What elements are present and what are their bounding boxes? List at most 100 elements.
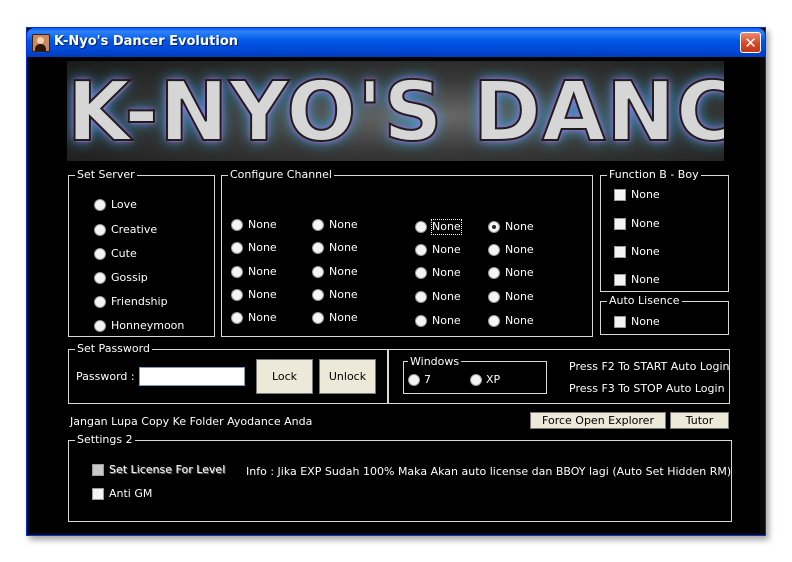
auto-license-legend: Auto Lisence — [607, 294, 682, 308]
channel-radio[interactable] — [231, 312, 243, 324]
server-label-cute: Cute — [111, 247, 137, 260]
bboy-checkbox[interactable] — [614, 274, 626, 286]
channel-radio[interactable] — [415, 267, 427, 279]
options-panel: Windows 7 XP Press F2 To START Auto Logi… — [388, 349, 730, 404]
windows-7-label: 7 — [424, 373, 431, 386]
channel-radio-selected[interactable] — [488, 221, 500, 233]
channel-label: None — [505, 266, 534, 279]
channel-radio[interactable] — [488, 315, 500, 327]
password-input[interactable] — [139, 367, 245, 386]
channel-label: None — [248, 265, 277, 278]
settings2-group: Settings 2 Set License For Level Anti GM… — [68, 433, 732, 522]
function-bboy-legend: Function B - Boy — [607, 168, 701, 182]
force-open-explorer-button[interactable]: Force Open Explorer — [530, 412, 666, 429]
channel-label: None — [432, 266, 461, 279]
close-button[interactable]: ✕ — [740, 32, 761, 53]
channel-label: None — [329, 241, 358, 254]
channel-label: None — [431, 219, 462, 235]
configure-channel-group: Configure Channel None None None None No… — [221, 168, 593, 337]
server-radio-love[interactable] — [94, 199, 106, 211]
channel-label: None — [248, 218, 277, 231]
channel-radio[interactable] — [312, 219, 324, 231]
client-area: K-NYO'S DANCER Set Server Love Creative … — [30, 57, 760, 533]
set-license-label: Set License For Level — [109, 463, 226, 476]
set-password-legend: Set Password — [75, 342, 152, 356]
channel-label: None — [329, 288, 358, 301]
channel-label: None — [248, 288, 277, 301]
hotkey-start-text: Press F2 To START Auto Login — [569, 360, 730, 373]
server-radio-cute[interactable] — [94, 248, 106, 260]
channel-label: None — [432, 314, 461, 327]
channel-radio[interactable] — [415, 291, 427, 303]
server-label-creative: Creative — [111, 223, 158, 236]
password-label: Password : — [76, 370, 135, 383]
app-avatar-icon — [32, 34, 50, 52]
server-radio-honneymoon[interactable] — [94, 320, 106, 332]
auto-license-group: Auto Lisence None — [600, 294, 729, 335]
channel-radio[interactable] — [231, 289, 243, 301]
server-radio-creative[interactable] — [94, 224, 106, 236]
windows-group: Windows 7 XP — [403, 355, 547, 394]
bboy-checkbox-label: None — [631, 273, 660, 286]
hotkey-stop-text: Press F3 To STOP Auto Login — [569, 382, 725, 395]
set-server-legend: Set Server — [75, 168, 137, 182]
function-bboy-group: Function B - Boy None None None None — [600, 168, 729, 292]
settings2-legend: Settings 2 — [75, 433, 135, 447]
settings2-info-text: Info : Jika EXP Sudah 100% Maka Akan aut… — [246, 465, 732, 478]
window-title: K-Nyo's Dancer Evolution — [54, 34, 238, 49]
server-radio-gossip[interactable] — [94, 272, 106, 284]
lock-button[interactable]: Lock — [256, 359, 313, 394]
windows-7-radio[interactable] — [408, 374, 420, 386]
windows-xp-radio[interactable] — [470, 374, 482, 386]
set-license-checkbox[interactable] — [92, 464, 104, 476]
bboy-checkbox[interactable] — [614, 218, 626, 230]
channel-label: None — [505, 314, 534, 327]
bboy-checkbox[interactable] — [614, 189, 626, 201]
banner-logo: K-NYO'S DANCER — [67, 61, 724, 161]
notice-text: Jangan Lupa Copy Ke Folder Ayodance Anda — [70, 415, 313, 428]
bboy-checkbox[interactable] — [614, 246, 626, 258]
channel-radio[interactable] — [312, 266, 324, 278]
channel-label: None — [248, 311, 277, 324]
tutor-button[interactable]: Tutor — [670, 412, 729, 429]
channel-label: None — [248, 241, 277, 254]
channel-label: None — [329, 311, 358, 324]
configure-channel-legend: Configure Channel — [228, 168, 334, 182]
channel-radio[interactable] — [312, 312, 324, 324]
channel-radio[interactable] — [312, 242, 324, 254]
auto-license-checkbox[interactable] — [614, 316, 626, 328]
windows-xp-label: XP — [486, 373, 501, 386]
server-label-honneymoon: Honneymoon — [111, 319, 185, 332]
channel-label: None — [329, 265, 358, 278]
bboy-checkbox-label: None — [631, 188, 660, 201]
auto-license-checkbox-label: None — [631, 315, 660, 328]
channel-radio[interactable] — [231, 219, 243, 231]
server-radio-friendship[interactable] — [94, 296, 106, 308]
windows-legend: Windows — [408, 355, 462, 369]
channel-radio[interactable] — [415, 221, 427, 233]
unlock-button[interactable]: Unlock — [319, 359, 376, 394]
channel-radio[interactable] — [415, 244, 427, 256]
channel-label: None — [432, 243, 461, 256]
banner-logo-text: K-NYO'S DANCER — [67, 64, 724, 161]
channel-label: None — [505, 220, 534, 233]
channel-label: None — [505, 290, 534, 303]
anti-gm-label: Anti GM — [109, 487, 153, 500]
channel-label: None — [432, 290, 461, 303]
title-bar[interactable]: K-Nyo's Dancer Evolution ✕ — [27, 28, 765, 57]
channel-radio[interactable] — [231, 266, 243, 278]
anti-gm-checkbox[interactable] — [92, 488, 104, 500]
bboy-checkbox-label: None — [631, 245, 660, 258]
channel-radio[interactable] — [312, 289, 324, 301]
channel-label: None — [329, 218, 358, 231]
server-label-friendship: Friendship — [111, 295, 168, 308]
channel-radio[interactable] — [488, 291, 500, 303]
set-password-group: Set Password Password : Lock Unlock — [68, 342, 388, 404]
channel-label: None — [505, 243, 534, 256]
server-label-love: Love — [111, 198, 137, 211]
channel-radio[interactable] — [231, 242, 243, 254]
channel-radio[interactable] — [488, 267, 500, 279]
channel-radio[interactable] — [488, 244, 500, 256]
set-server-group: Set Server Love Creative Cute Gossip Fri… — [68, 168, 215, 337]
channel-radio[interactable] — [415, 315, 427, 327]
